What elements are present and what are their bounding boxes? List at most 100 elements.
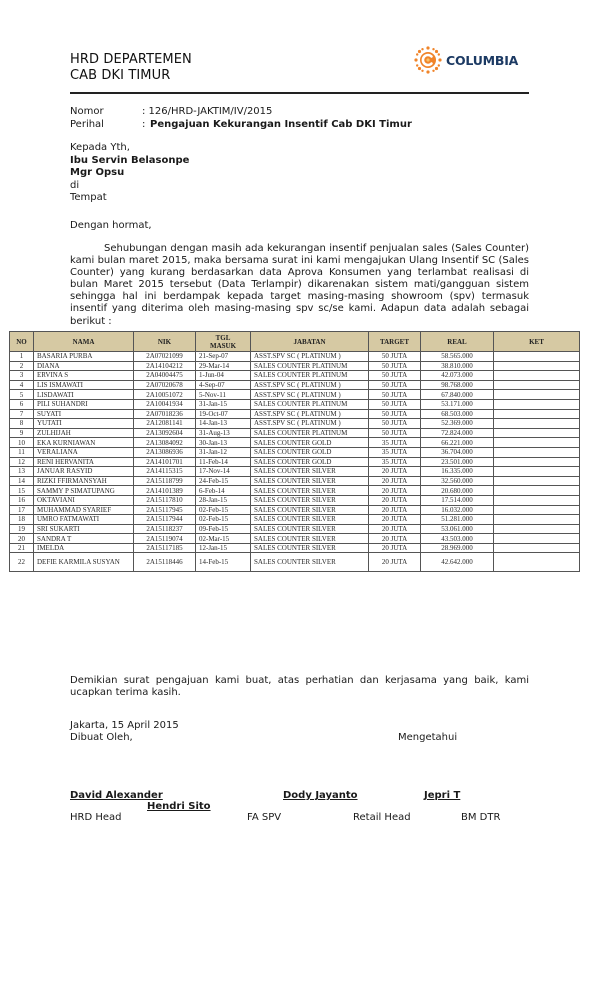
cell-tgl-masuk: 02-Feb-15 (195, 514, 251, 525)
cell-target: 20 JUTA (368, 504, 421, 516)
cell-real: 53.061.000 (420, 523, 494, 535)
table-row: 16 OKTAVIANI 2A15117810 28-Jan-15 SALES COUN… (9, 494, 580, 506)
cell-no: 17 (9, 504, 34, 516)
cell-jabatan: ASST.SPV SC ( PLATINUM ) (250, 379, 369, 391)
cell-target: 50 JUTA (368, 418, 421, 429)
cell-real: 16.335.000 (420, 466, 494, 477)
table-row: 15 SAMMY P SIMATUPANG 2A14101389 6-Feb-14 SA… (9, 485, 580, 496)
cell-ket (493, 485, 580, 496)
cell-no: 11 (9, 446, 34, 458)
cell-target: 20 JUTA (368, 485, 421, 496)
cell-jabatan: SALES COUNTER GOLD (250, 446, 369, 458)
cell-jabatan: ASST.SPV SC ( PLATINUM ) (250, 389, 369, 400)
cell-tgl-masuk: 09-Feb-15 (195, 523, 251, 535)
cell-no: 19 (9, 523, 34, 535)
cell-real: 32.560.000 (420, 475, 494, 487)
cell-ket (493, 552, 580, 573)
cell-no: 21 (9, 542, 34, 554)
cell-ket (493, 494, 580, 506)
cell-target: 20 JUTA (368, 533, 421, 544)
recipient-title: Mgr Opsu (70, 167, 125, 178)
cell-target: 50 JUTA (368, 408, 421, 420)
cell-real: 58.565.000 (420, 351, 494, 362)
cell-nama: SANDRA T (33, 533, 134, 544)
cell-tgl-masuk: 4-Sep-07 (195, 379, 251, 391)
cell-nama: LISDAWATI (33, 389, 134, 400)
cell-nama: DEFIE KARMILA SUSYAN (33, 552, 134, 573)
cell-nik: 2A15117944 (133, 514, 196, 525)
cell-no: 6 (9, 398, 34, 410)
table-row: 19 SRI SUKARTI 2A15118237 09-Feb-15 SALES CO… (9, 523, 580, 535)
column-header-no: NO (9, 331, 34, 352)
cell-real: 16.032.000 (420, 504, 494, 516)
cell-no: 14 (9, 475, 34, 487)
signatory-title: HRD Head (70, 812, 122, 823)
cell-nik: 2A14101389 (133, 485, 196, 496)
cell-jabatan: SALES COUNTER SILVER (250, 494, 369, 506)
cell-nama: LIS ISMAWATI (33, 379, 134, 391)
column-header-tgl-masuk: TGL MASUK (195, 331, 251, 352)
cell-no: 15 (9, 485, 34, 496)
cell-target: 50 JUTA (368, 360, 421, 372)
cell-ket (493, 408, 580, 420)
company-logo-text: COLUMBIA (446, 52, 519, 68)
cell-nama: RENI HERVANITA (33, 456, 134, 468)
cell-tgl-masuk: 02-Feb-15 (195, 504, 251, 516)
cell-target: 35 JUTA (368, 456, 421, 468)
cell-real: 43.503.000 (420, 533, 494, 544)
recipient-place: Tempat (70, 192, 107, 203)
table-row: 18 UMRO FATMAWATI 2A15117944 02-Feb-15 SALES… (9, 514, 580, 525)
cell-target: 50 JUTA (368, 379, 421, 391)
signatory-name: Hendri Sito (147, 801, 211, 812)
cell-nik: 2A10041934 (133, 398, 196, 410)
sun-c-logo-icon (414, 46, 442, 74)
perihal-value: Pengajuan Kekurangan Insentif Cab DKI Ti… (150, 118, 412, 130)
perihal-label: Perihal (70, 118, 104, 130)
table-row: 22 DEFIE KARMILA SUSYAN 2A15118446 14-Feb-1… (9, 552, 580, 573)
cell-tgl-masuk: 31-Jan-12 (195, 446, 251, 458)
table-row: 21 IMELDA 2A15117185 12-Jan-15 SALES COUNTER… (9, 542, 580, 554)
cell-nik: 2A12081141 (133, 418, 196, 429)
cell-real: 72.824.000 (420, 427, 494, 439)
cell-real: 42.642.000 (420, 552, 494, 573)
cell-jabatan: SALES COUNTER SILVER (250, 504, 369, 516)
cell-real: 53.171.000 (420, 398, 494, 410)
signatory-title: BM DTR (461, 812, 501, 823)
cell-tgl-masuk: 12-Jan-15 (195, 542, 251, 554)
cell-nik: 2A07018236 (133, 408, 196, 420)
cell-jabatan: ASST.SPV SC ( PLATINUM ) (250, 408, 369, 420)
cell-target: 20 JUTA (368, 542, 421, 554)
cell-no: 9 (9, 427, 34, 439)
cell-nik: 2A07020678 (133, 379, 196, 391)
cell-no: 5 (9, 389, 34, 400)
cell-no: 8 (9, 418, 34, 429)
cell-tgl-masuk: 5-Nov-11 (195, 389, 251, 400)
cell-target: 50 JUTA (368, 389, 421, 400)
cell-tgl-masuk: 6-Feb-14 (195, 485, 251, 496)
cell-no: 20 (9, 533, 34, 544)
cell-ket (493, 351, 580, 362)
nomor-value: : 126/HRD-JAKTIM/IV/2015 (142, 106, 273, 117)
cell-ket (493, 533, 580, 544)
recipient-name: Ibu Servin Belasonpe (70, 154, 190, 166)
cell-nama: MUHAMMAD SYARIEF (33, 504, 134, 516)
cell-nama: OKTAVIANI (33, 494, 134, 506)
cell-tgl-masuk: 29-Mar-14 (195, 360, 251, 372)
cell-tgl-masuk: 31-Aug-13 (195, 427, 251, 439)
cell-real: 23.501.000 (420, 456, 494, 468)
table-row: 6 PILI SUHANDRI 2A10041934 31-Jan-15 SALES C… (9, 398, 580, 410)
cell-nama: UMRO FATMAWATI (33, 514, 134, 525)
place-date: Jakarta, 15 April 2015 (70, 720, 179, 731)
cell-nik: 2A15117185 (133, 542, 196, 554)
cell-target: 20 JUTA (368, 514, 421, 525)
cell-no: 16 (9, 494, 34, 506)
table-row: 9 ZULHIJAH 2A13092604 31-Aug-13 SALES COUNTE… (9, 427, 580, 439)
cell-real: 36.704.000 (420, 446, 494, 458)
cell-nik: 2A14104212 (133, 360, 196, 372)
cell-no: 1 (9, 351, 34, 362)
cell-real: 28.969.000 (420, 542, 494, 554)
cell-nik: 2A04004475 (133, 370, 196, 381)
cell-nik: 2A13086936 (133, 446, 196, 458)
cell-jabatan: SALES COUNTER PLATINUM (250, 427, 369, 439)
cell-no: 7 (9, 408, 34, 420)
